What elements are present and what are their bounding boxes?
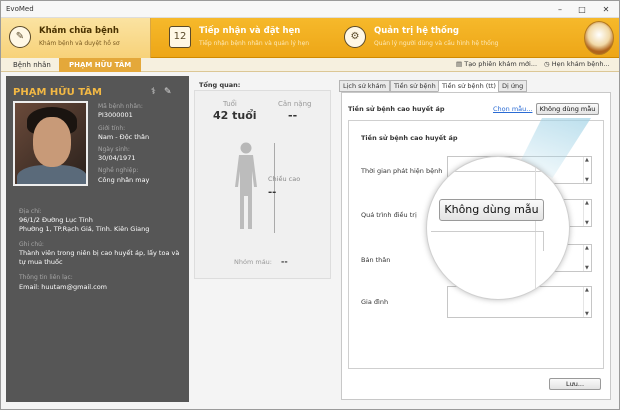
choose-template-link[interactable]: Chọn mẫu... bbox=[493, 105, 532, 113]
job-value: Công nhân may bbox=[98, 176, 150, 184]
contact-email: Email: huutam@gmail.com bbox=[19, 283, 108, 291]
address-line1: 96/1/2 Đường Lục Tỉnh bbox=[19, 216, 93, 224]
breadcrumb-root[interactable]: Bệnh nhân bbox=[7, 58, 57, 72]
tab-lich-su-kham[interactable]: Lịch sử khám bbox=[339, 80, 390, 92]
maximize-icon[interactable]: □ bbox=[571, 3, 593, 16]
weight-label: Cân nặng bbox=[278, 100, 312, 108]
ribbon-tiep-nhan[interactable]: 12 Tiếp nhận và đặt hẹn Tiếp nhận bệnh n… bbox=[161, 18, 331, 58]
no-template-button[interactable]: Không dùng mẫu bbox=[536, 103, 599, 115]
overview-title: Tổng quan: bbox=[199, 81, 241, 89]
ribbon-title: Quản trị hệ thống bbox=[374, 26, 460, 36]
body-silhouette-icon bbox=[235, 142, 257, 229]
doctor-avatar-logo[interactable] bbox=[584, 21, 614, 55]
save-button[interactable]: Lưu... bbox=[549, 378, 601, 390]
close-icon[interactable]: ✕ bbox=[595, 3, 617, 16]
blood-label: Nhóm máu: bbox=[234, 258, 272, 266]
breadcrumb: Bệnh nhân PHẠM HỮU TÂM ▤ Tạo phiên khám … bbox=[1, 58, 619, 72]
ribbon-title: Tiếp nhận và đặt hẹn bbox=[199, 26, 301, 36]
age-value: 42 tuổi bbox=[213, 109, 257, 122]
age-label: Tuổi bbox=[223, 100, 237, 108]
minimize-icon[interactable]: – bbox=[549, 3, 571, 16]
edit-icon[interactable]: ✎ bbox=[164, 87, 172, 97]
gender-label: Giới tính: bbox=[98, 125, 126, 132]
dob-value: 30/04/1971 bbox=[98, 154, 136, 162]
ribbon-subtitle: Tiếp nhận bệnh nhân và quản lý hẹn bbox=[199, 40, 310, 47]
gender-value: Nam - Độc thân bbox=[98, 133, 150, 141]
calendar-icon: 12 bbox=[169, 26, 191, 48]
ribbon-title: Khám chữa bệnh bbox=[39, 26, 119, 36]
field-label-gia-dinh: Gia đình bbox=[361, 298, 389, 306]
height-value: -- bbox=[268, 187, 277, 198]
clipboard-icon: ✎ bbox=[9, 26, 31, 48]
breadcrumb-current[interactable]: PHẠM HỮU TÂM bbox=[59, 58, 142, 72]
note-label: Ghi chú: bbox=[19, 241, 44, 248]
ribbon-kham-chua-benh[interactable]: ✎ Khám chữa bệnh Khám bệnh và duyệt hồ s… bbox=[1, 18, 151, 58]
patient-name: PHẠM HỮU TÂM bbox=[13, 87, 102, 98]
id-label: Mã bệnh nhân: bbox=[98, 103, 143, 110]
ribbon-subtitle: Quản lý người dùng và cấu hình hệ thống bbox=[374, 40, 499, 47]
app-window: EvoMed – □ ✕ ✎ Khám chữa bệnh Khám bệnh … bbox=[0, 0, 620, 410]
gear-icon: ⚙ bbox=[344, 26, 366, 48]
ribbon-quan-tri[interactable]: ⚙ Quản trị hệ thống Quản lý người dùng v… bbox=[336, 18, 526, 58]
patient-photo bbox=[13, 101, 88, 186]
address-line2: Phường 1, TP.Rạch Giá, Tỉnh. Kiên Giang bbox=[19, 225, 150, 233]
main-ribbon: ✎ Khám chữa bệnh Khám bệnh và duyệt hồ s… bbox=[1, 18, 619, 58]
inner-title: Tiền sử bệnh cao huyết áp bbox=[361, 134, 458, 142]
title-bar: EvoMed – □ ✕ bbox=[1, 1, 619, 18]
weight-value: -- bbox=[288, 109, 298, 122]
dob-label: Ngày sinh: bbox=[98, 146, 130, 153]
tab-tien-su-benh[interactable]: Tiền sử bệnh bbox=[390, 80, 440, 92]
field-label-ban-than: Bản thân bbox=[361, 256, 391, 264]
blood-value: -- bbox=[281, 257, 288, 266]
stethoscope-icon[interactable]: ⚕ bbox=[151, 87, 156, 97]
panel-title: Tiền sử bệnh cao huyết áp bbox=[348, 105, 445, 113]
job-label: Nghề nghiệp: bbox=[98, 167, 139, 174]
contact-label: Thông tin liên lạc: bbox=[19, 274, 73, 281]
id-value: PI3000001 bbox=[98, 111, 133, 119]
field-label-dieu-tri: Quá trình điều trị bbox=[361, 211, 417, 219]
ribbon-subtitle: Khám bệnh và duyệt hồ sơ bbox=[39, 40, 120, 47]
note-line1: Thành viên trong niên bị cao huyết áp, l… bbox=[19, 249, 180, 257]
address-label: Địa chỉ: bbox=[19, 208, 42, 215]
schedule-link[interactable]: ◷ Hẹn khám bệnh... bbox=[544, 60, 610, 68]
tab-di-ung[interactable]: Dị ứng bbox=[498, 80, 528, 92]
tab-tien-su-benh-tt[interactable]: Tiền sử bệnh (tt) bbox=[438, 80, 500, 92]
window-title: EvoMed bbox=[6, 5, 34, 13]
height-label: Chiều cao bbox=[268, 175, 301, 183]
note-line2: tự mua thuốc bbox=[19, 258, 63, 266]
magnified-no-template-button: Không dùng mẫu bbox=[439, 199, 544, 221]
new-session-link[interactable]: ▤ Tạo phiên khám mới... bbox=[456, 60, 537, 68]
magnifier-callout: Không dùng mẫu bbox=[426, 156, 570, 300]
